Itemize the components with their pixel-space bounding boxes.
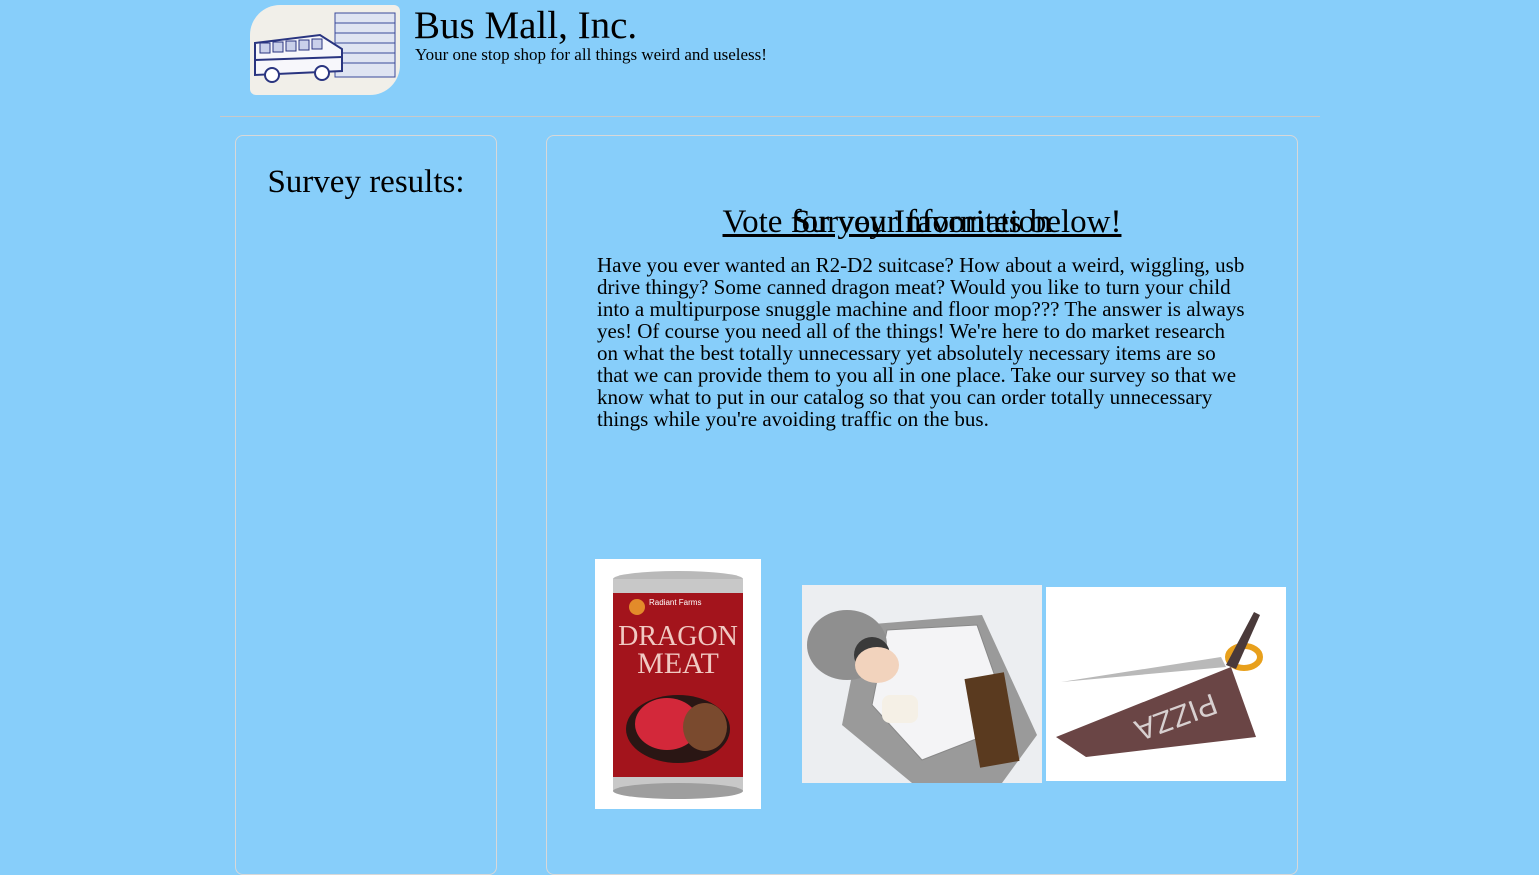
survey-results-heading: Survey results: [267, 164, 465, 200]
site-header: Bus Mall, Inc. Your one stop shop for al… [250, 5, 1050, 100]
pizza-scissors-icon[interactable]: PIZZA [1046, 587, 1286, 781]
school-bus-icon [250, 5, 400, 95]
header-divider [220, 116, 1320, 117]
brand-label: Radiant Farms [649, 598, 701, 607]
tauntaun-sleeping-bag-icon[interactable] [802, 585, 1042, 783]
survey-results-panel: Survey results: [235, 135, 497, 875]
survey-description: Have you ever wanted an R2-D2 suitcase? … [597, 253, 1245, 431]
vote-heading: Vote for your favorites below! [722, 204, 1122, 240]
site-title: Bus Mall, Inc. [414, 4, 638, 47]
dragon-meat-can-icon[interactable]: Radiant Farms DRAGON MEAT [595, 559, 761, 809]
site-tagline: Your one stop shop for all things weird … [415, 45, 767, 64]
can-label-line2: MEAT [637, 647, 719, 680]
